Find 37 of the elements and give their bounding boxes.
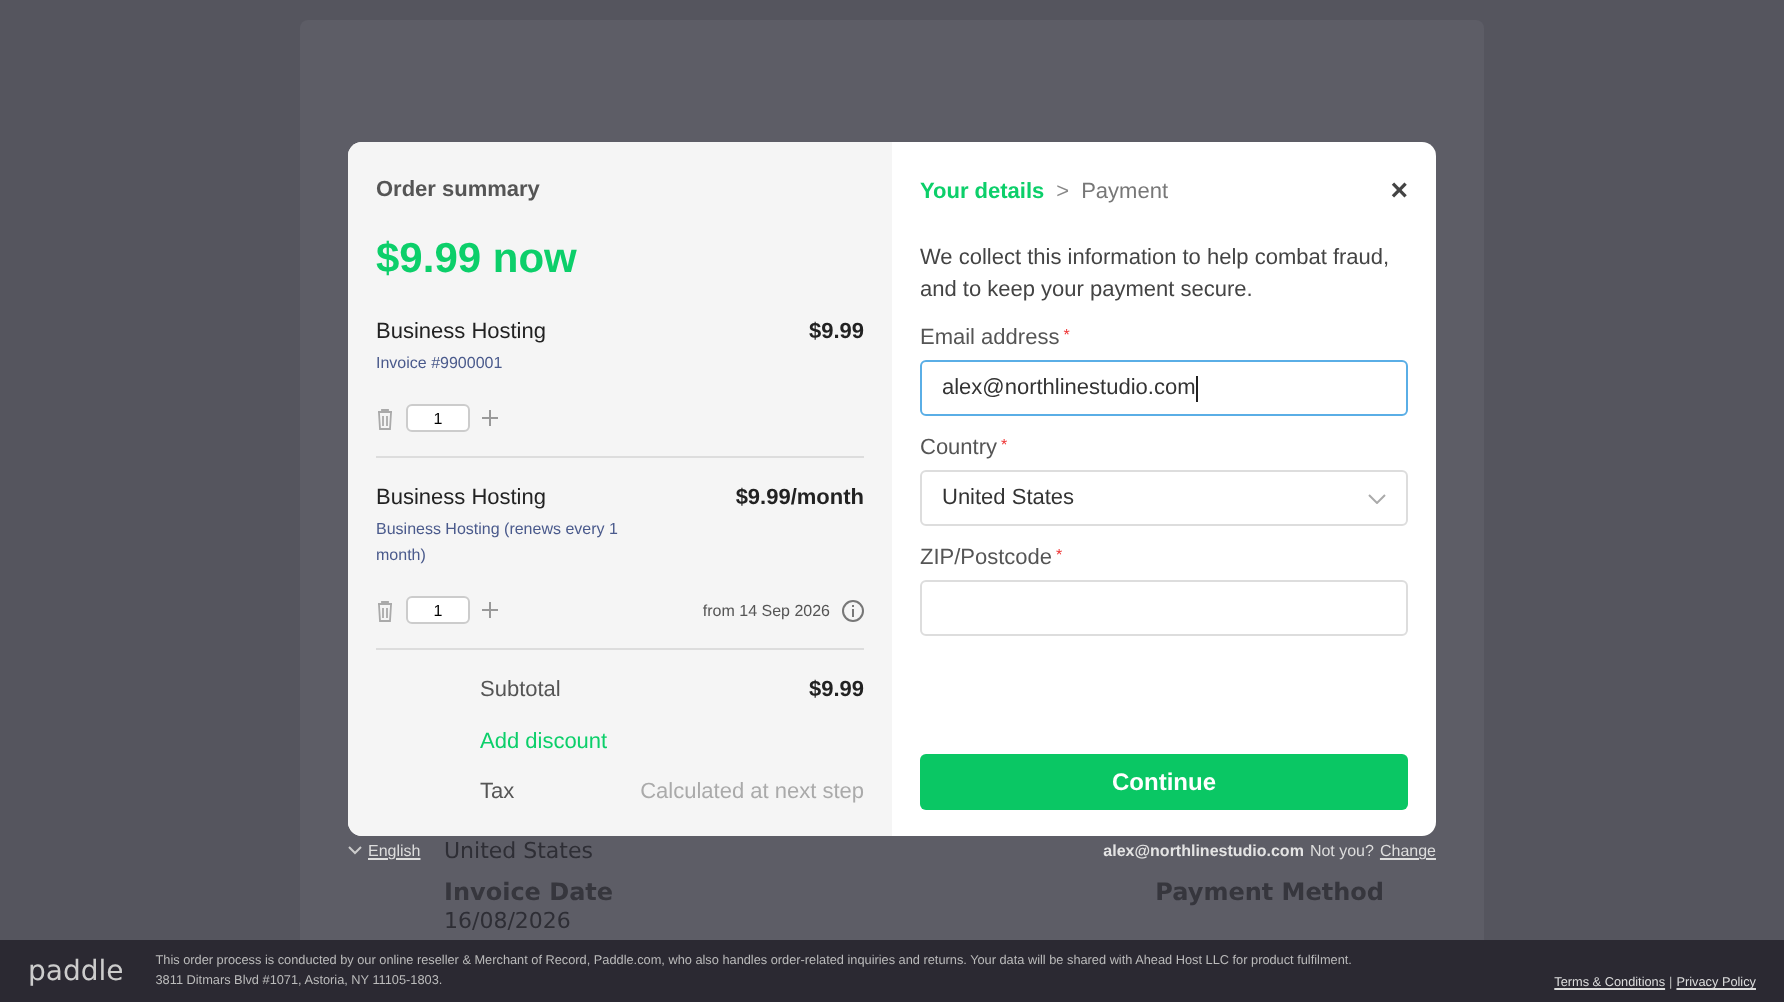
item-price: $9.99/month [735,486,864,510]
account-email: alex@northlinestudio.com [1103,842,1304,860]
not-you-text: Not you? [1309,842,1374,860]
trash-icon[interactable] [376,599,394,621]
item-detail: Business Hosting (renews every 1 month) [376,518,620,568]
input-field[interactable] [920,580,1408,636]
quantity-field[interactable]: 1 [406,596,470,624]
total-price: $9.99 now [376,236,579,284]
intro-text: We collect this information to help combat fraud, and to keep your payment secure. [920,244,1392,306]
brand-logo: paddle [28,955,124,987]
input-field[interactable]: alex@northlinestudio.com [920,360,1408,416]
chevron-down-icon[interactable] [348,846,362,856]
field-label: Country * [920,436,1010,460]
tax-label: Tax [480,780,515,804]
checkout-step[interactable]: Payment [1081,179,1169,203]
quantity-field[interactable]: 1 [406,404,470,432]
order-summary-title: Order summary [376,178,542,202]
country-select[interactable]: United States [920,470,1408,526]
renewal-date: from 14 Sep 2026 [702,601,830,619]
item-price: $9.99 [808,320,864,344]
plus-icon[interactable] [482,410,498,426]
breadcrumb-separator: > [1056,179,1070,203]
tax-value: Calculated at next step [640,780,864,804]
subtotal-label: Subtotal [480,678,561,702]
change-link[interactable]: Change [1379,842,1436,860]
info-icon[interactable] [842,599,864,621]
language-link[interactable]: English [348,842,421,860]
item-name: Business Hosting [376,320,546,344]
item-name: Business Hosting [376,486,546,510]
chevron-down-icon[interactable] [1368,493,1386,503]
field-label: ZIP/Postcode * [920,546,1065,570]
trash-icon[interactable] [376,407,394,429]
subtotal-value: $9.99 [808,678,864,702]
field-label: Email address * [920,326,1072,350]
plus-icon[interactable] [482,602,498,618]
item-detail: Invoice #9900001 [376,352,505,376]
close-button[interactable]: × [1390,176,1408,206]
